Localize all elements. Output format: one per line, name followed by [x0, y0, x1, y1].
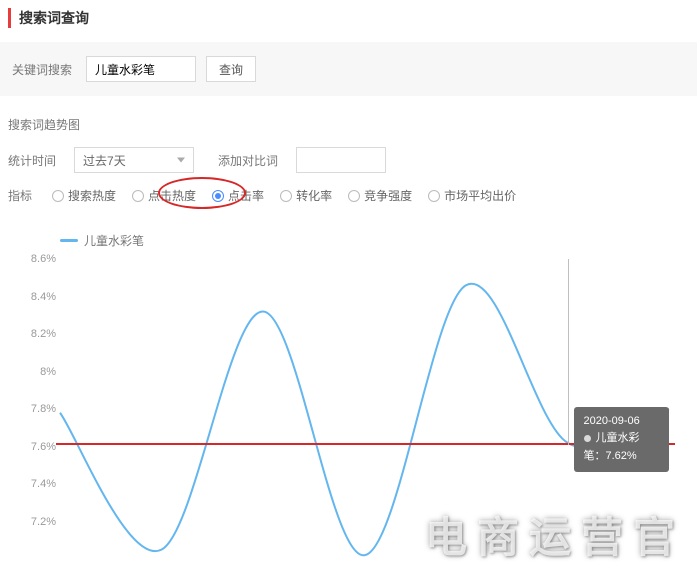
- y-axis-tick: 7.4%: [20, 478, 56, 490]
- y-axis-tick: 8.6%: [20, 253, 56, 265]
- time-range-select[interactable]: 过去7天: [74, 147, 194, 173]
- chart-area: 儿童水彩笔 8.6%8.4%8.2%8%7.8%7.6%7.4%7.2%2020…: [0, 210, 697, 563]
- y-axis-tick: 8.2%: [20, 328, 56, 340]
- metric-option-competition[interactable]: 竞争强度: [348, 187, 412, 204]
- radio-icon: [132, 190, 144, 202]
- metric-radio-row: 指标 搜索热度 点击热度 点击率 转化率 竞争强度 市场平均出价: [0, 177, 697, 210]
- y-axis-tick: 7.8%: [20, 403, 56, 415]
- metric-option-label: 市场平均出价: [444, 187, 516, 204]
- section-subtitle: 搜索词趋势图: [8, 116, 697, 133]
- line-series: [60, 259, 669, 559]
- time-range-value: 过去7天: [83, 152, 126, 169]
- keyword-search-input[interactable]: [86, 56, 196, 82]
- y-axis-tick: 8%: [20, 366, 56, 378]
- y-axis-tick: 8.4%: [20, 291, 56, 303]
- metric-label: 指标: [8, 187, 32, 204]
- time-range-label: 统计时间: [8, 152, 56, 169]
- metric-option-label: 转化率: [296, 187, 332, 204]
- panel-title: 搜索词查询: [8, 8, 697, 28]
- radio-icon: [348, 190, 360, 202]
- search-button[interactable]: 查询: [206, 56, 256, 82]
- y-axis-tick: 7.6%: [20, 441, 56, 453]
- compare-keyword-input[interactable]: [296, 147, 386, 173]
- chart-legend: 儿童水彩笔: [60, 232, 673, 249]
- metric-option-ctr[interactable]: 点击率: [212, 187, 264, 204]
- radio-icon: [52, 190, 64, 202]
- filter-row: 统计时间 过去7天 添加对比词: [0, 143, 697, 177]
- radio-icon: [280, 190, 292, 202]
- metric-option-cvr[interactable]: 转化率: [280, 187, 332, 204]
- chart-plot[interactable]: 8.6%8.4%8.2%8%7.8%7.6%7.4%7.2%2020-09-06…: [60, 259, 669, 559]
- legend-swatch-icon: [60, 239, 78, 242]
- metric-option-search-heat[interactable]: 搜索热度: [52, 187, 116, 204]
- keyword-search-label: 关键词搜索: [12, 61, 72, 78]
- metric-option-avg-bid[interactable]: 市场平均出价: [428, 187, 516, 204]
- radio-icon: [428, 190, 440, 202]
- y-axis-tick: 7.2%: [20, 516, 56, 528]
- metric-option-click-heat[interactable]: 点击热度: [132, 187, 196, 204]
- compare-keyword-label: 添加对比词: [218, 152, 278, 169]
- keyword-search-row: 关键词搜索 查询: [0, 42, 697, 96]
- radio-icon: [212, 190, 224, 202]
- metric-option-label: 点击率: [228, 187, 264, 204]
- legend-series-label: 儿童水彩笔: [84, 232, 144, 249]
- metric-option-label: 竞争强度: [364, 187, 412, 204]
- metric-option-label: 搜索热度: [68, 187, 116, 204]
- metric-option-label: 点击热度: [148, 187, 196, 204]
